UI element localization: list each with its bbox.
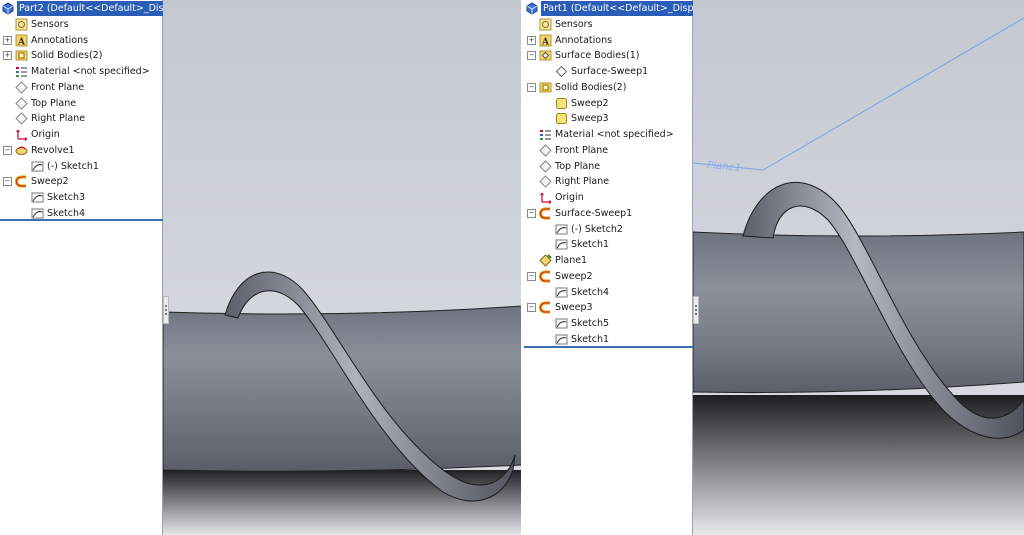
tree-node-label: Top Plane	[555, 160, 601, 172]
sketch-icon	[555, 286, 568, 299]
tree-node-label: Sensors	[31, 18, 69, 30]
sketch-icon	[555, 317, 568, 330]
origin-icon	[15, 128, 28, 141]
sketch-icon	[555, 223, 568, 236]
tree-node-label: Front Plane	[555, 144, 609, 156]
tree-node-label: Surface-Sweep1	[555, 207, 633, 219]
tree-node-label: Annotations	[31, 34, 89, 46]
tree-node-label: Part2 (Default<<Default>_Display	[17, 1, 163, 16]
folder-icon	[539, 81, 552, 94]
part-icon	[1, 2, 14, 15]
plane-icon	[539, 144, 552, 157]
window-divider	[521, 0, 524, 535]
sketch-icon	[31, 160, 44, 173]
sensor-icon	[539, 18, 552, 31]
collapse-toggle[interactable]: −	[527, 303, 536, 313]
tree-node-label: (-) Sketch1	[47, 160, 99, 172]
sweep-icon	[539, 270, 552, 283]
pane-split-handle[interactable]	[693, 296, 699, 324]
tree-node-label: Material <not specified>	[555, 129, 674, 140]
feature-manager-tree[interactable]: Part2 (Default<<Default>_Display Sensors +…	[0, 0, 163, 535]
plane-feature-icon	[539, 254, 552, 267]
sketch-icon	[555, 333, 568, 346]
collapse-toggle[interactable]: −	[3, 177, 12, 187]
collapse-toggle[interactable]: −	[527, 51, 536, 61]
tree-node-label: Sweep2	[31, 176, 69, 188]
sketch-icon	[31, 191, 44, 204]
tree-node-label: Right Plane	[31, 113, 86, 125]
expand-toggle[interactable]: +	[527, 35, 536, 45]
sketch-icon	[555, 238, 568, 251]
solid-body-icon	[555, 112, 568, 125]
revolve-ring	[163, 305, 522, 472]
plane-icon	[15, 81, 28, 94]
right-window: Part1 (Default<<Default>_Display Sensors +…	[524, 0, 1024, 535]
material-icon	[15, 65, 28, 78]
model-view	[163, 0, 522, 535]
solid-body-icon	[555, 97, 568, 110]
part-icon	[525, 2, 538, 15]
origin-icon	[539, 191, 552, 204]
sweep-icon	[539, 301, 552, 314]
tree-node-label: Revolve1	[31, 144, 75, 156]
tree-node-label: Solid Bodies(2)	[31, 50, 103, 62]
tree-node-label: Sketch1	[571, 239, 610, 251]
model-view: Plane1	[693, 0, 1024, 535]
tree-node-label: Top Plane	[31, 97, 77, 109]
tree-node-label: Plane1	[555, 255, 588, 266]
tree-node-label: Sweep2	[555, 270, 593, 282]
svg-text:A: A	[17, 37, 26, 47]
surface-folder-icon	[539, 49, 552, 62]
tree-node-label: Sketch3	[47, 192, 86, 203]
tree-node-label: Origin	[31, 129, 60, 140]
collapse-toggle[interactable]: −	[527, 82, 536, 92]
tree-node-label: Sketch4	[571, 286, 610, 298]
tree-node-label: Surface Bodies(1)	[555, 50, 640, 62]
plane-icon	[539, 175, 552, 188]
expand-toggle[interactable]: +	[3, 35, 12, 45]
pane-split-handle[interactable]	[163, 296, 169, 324]
left-window: Part2 (Default<<Default>_Display Sensors +…	[0, 0, 522, 535]
tree-node-label: Sketch5	[571, 318, 610, 329]
floor-shadow	[163, 470, 522, 535]
tree-node-label: Front Plane	[31, 81, 85, 93]
material-icon	[539, 128, 552, 141]
annotation-icon: A	[539, 34, 552, 47]
tree-node-label: Sketch1	[571, 333, 610, 345]
plane-icon	[15, 96, 28, 110]
sweep-icon	[15, 175, 28, 188]
tree-node-label: Sweep3	[571, 113, 609, 125]
tree-node-label: Sweep2	[571, 97, 609, 109]
feature-manager-tree[interactable]: Part1 (Default<<Default>_Display Sensors +…	[524, 0, 693, 535]
sensor-icon	[15, 18, 28, 31]
surface-icon	[555, 65, 568, 78]
tree-node-label: Origin	[555, 192, 584, 203]
collapse-toggle[interactable]: −	[527, 208, 536, 218]
tree-node-label: Solid Bodies(2)	[555, 81, 627, 93]
tree-node-label: Surface-Sweep1	[571, 66, 649, 77]
tree-node-label: Material <not specified>	[31, 66, 150, 77]
svg-text:A: A	[541, 37, 550, 47]
expand-toggle[interactable]: +	[3, 51, 12, 61]
revolve-icon	[15, 144, 28, 157]
tree-node-label: Annotations	[555, 34, 613, 46]
collapse-toggle[interactable]: −	[3, 145, 12, 155]
tree-node-label: Part1 (Default<<Default>_Display	[541, 1, 693, 16]
tree-node-label: (-) Sketch2	[571, 223, 623, 235]
sketch-icon	[31, 207, 44, 220]
graphics-viewport[interactable]	[163, 0, 522, 535]
sweep-icon	[539, 207, 552, 220]
tree-node-label: Sensors	[555, 18, 593, 30]
tree-node-label: Sketch4	[47, 207, 86, 219]
graphics-viewport[interactable]: Plane1	[693, 0, 1024, 535]
collapse-toggle[interactable]: −	[527, 271, 536, 281]
tree-node-label: Right Plane	[555, 176, 610, 188]
annotation-icon: A	[15, 34, 28, 47]
folder-icon	[15, 49, 28, 62]
plane-icon	[15, 112, 28, 125]
plane-icon	[539, 159, 552, 173]
tree-node-label: Sweep3	[555, 302, 593, 314]
